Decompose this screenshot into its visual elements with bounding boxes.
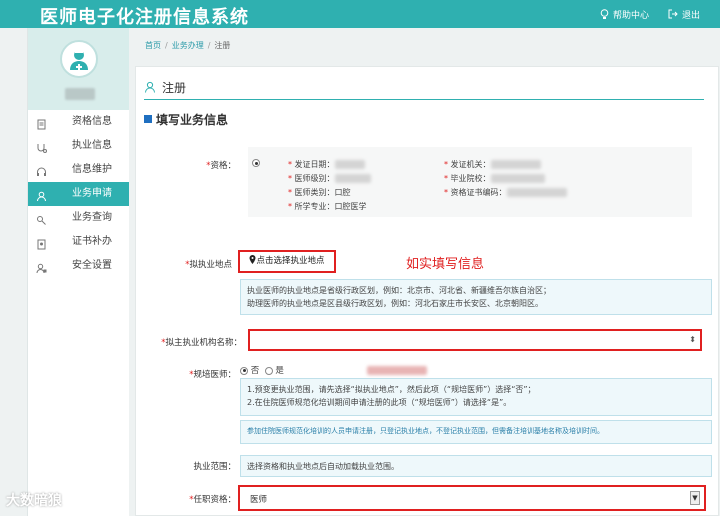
help-center-label: 帮助中心: [613, 11, 650, 21]
breadcrumb-business[interactable]: 业务办理: [172, 41, 204, 50]
practice-location-help-line1: 执业医师的执业地点是省级行政区划，例如：北京市、河北省、新疆维吾尔族自治区；: [247, 286, 551, 295]
trainee-note-2: 2.在住院医师规范化培训期间申请注册的此项（“规培医师”）请选择“是”。: [247, 398, 512, 407]
qualification-label-text: 资格：: [210, 161, 236, 171]
sidebar-item-label: 执业信息: [72, 140, 112, 151]
breadcrumb-home[interactable]: 首页: [145, 41, 161, 50]
headset-icon: [36, 164, 47, 176]
standardized-trainee-options: 否 是: [240, 364, 427, 376]
trainee-note-1: 1.预变更执业范围，请先选择“拟执业地点”，然后此项（“规培医师”）选择“否”；: [247, 385, 536, 394]
job-qualification-select[interactable]: 医师 ▼: [238, 485, 706, 511]
section-title-text: 填写业务信息: [156, 113, 229, 127]
fill-truthfully-annotation: 如实填写信息: [406, 257, 485, 272]
select-arrows-icon: ⬍: [689, 335, 696, 344]
stethoscope-icon: [36, 140, 47, 153]
sidebar-item-security[interactable]: 安全设置: [28, 254, 129, 278]
select-practice-location-button[interactable]: 点击选择执业地点: [238, 250, 336, 273]
trainee-yes-radio[interactable]: [264, 366, 273, 375]
practice-scope-hint: 选择资格和执业地点后自动加载执业范围。: [240, 455, 712, 477]
standardized-trainee-help: 1.预变更执业范围，请先选择“拟执业地点”，然后此项（“规培医师”）选择“否”；…: [240, 378, 712, 416]
cert-no-label: 资格证书编码：: [450, 188, 507, 197]
trainee-yes-label: 是: [275, 366, 284, 376]
sidebar: 资格信息 执业信息 信息维护 业务申请 业务查询 证书补办 安全设置: [27, 28, 129, 516]
category-field: * 医师类别：口腔: [288, 188, 351, 197]
help-center-link[interactable]: 帮助中心: [600, 8, 649, 23]
job-qualification-label-text: 任职资格：: [193, 495, 236, 505]
lightbulb-icon: [600, 8, 609, 23]
practice-location-help-line2: 助理医师的执业地点是区县级行政区划，例如：河北石家庄市长安区、北京朝阳区。: [247, 299, 543, 308]
app-title: 医师电子化注册信息系统: [40, 7, 249, 28]
qualification-label: *资格：: [206, 161, 236, 171]
practice-location-label: *拟执业地点: [185, 260, 232, 270]
issue-date-label: 发证日期：: [294, 160, 335, 169]
sidebar-item-label: 信息维护: [72, 164, 112, 175]
sidebar-item-business-apply[interactable]: 业务申请: [28, 182, 129, 206]
sidebar-item-business-query[interactable]: 业务查询: [28, 206, 129, 230]
breadcrumb: 首页 / 业务办理 / 注册: [145, 41, 231, 50]
sidebar-item-certificate-reissue[interactable]: 证书补办: [28, 230, 129, 254]
trainee-no-label: 否: [250, 366, 260, 376]
trainee-no-radio[interactable]: [240, 366, 248, 375]
issuer-label: 发证机关：: [450, 160, 491, 169]
doctor-avatar-icon: [60, 40, 98, 78]
profile-card: [28, 28, 129, 110]
practice-location-help: 执业医师的执业地点是省级行政区划，例如：北京市、河北省、新疆维吾尔族自治区； 助…: [240, 279, 712, 315]
select-practice-location-label: 点击选择执业地点: [256, 256, 325, 266]
specialty-value: 所学专业：口腔医学: [294, 202, 367, 211]
sidebar-item-qualification[interactable]: 资格信息: [28, 110, 129, 134]
sidebar-item-practice-info[interactable]: 执业信息: [28, 134, 129, 158]
cert-no-field: * 资格证书编码：: [444, 187, 567, 198]
institution-select[interactable]: ⬍: [248, 329, 702, 351]
issue-date-field: * 发证日期：: [288, 159, 365, 170]
sidebar-item-label: 资格信息: [72, 116, 112, 127]
school-field: * 毕业院校：: [444, 173, 545, 184]
job-qualification-value: 医师: [250, 495, 268, 505]
user-lock-icon: [36, 260, 47, 274]
sidebar-item-label: 业务查询: [72, 212, 112, 223]
practice-scope-label: 执业范围：: [193, 462, 236, 472]
logout-icon: [668, 9, 678, 22]
school-label: 毕业院校：: [450, 174, 491, 183]
title-divider: [144, 99, 704, 100]
qualification-radio[interactable]: [252, 159, 260, 167]
standardized-trainee-notice: 参加住院医师规范化培训的人员申请注册，只登记执业地点，不登记执业范围，但需备注培…: [240, 420, 712, 444]
issuer-field: * 发证机关：: [444, 159, 541, 170]
main-panel: 注册 填写业务信息 *资格： * 发证日期： * 发证机关： * 医师级别： *…: [135, 66, 719, 516]
standardized-trainee-label-text: 规培医师：: [193, 370, 236, 380]
category-value: 医师类别：口腔: [294, 188, 351, 197]
breadcrumb-current: 注册: [214, 41, 231, 50]
section-title: 填写业务信息: [144, 111, 228, 128]
job-qualification-label: *任职资格：: [189, 495, 236, 505]
logout-link[interactable]: 退出: [668, 8, 700, 22]
standardized-trainee-label: *规培医师：: [189, 370, 236, 380]
sidebar-item-label: 安全设置: [72, 260, 112, 271]
user-name-redacted: [65, 88, 95, 100]
practice-location-label-text: 拟执业地点: [189, 260, 232, 270]
level-label: 医师级别：: [294, 174, 335, 183]
document-icon: [36, 116, 47, 130]
search-user-icon: [36, 212, 47, 225]
top-bar: 医师电子化注册信息系统 帮助中心 退出: [0, 0, 720, 28]
dropdown-arrow-icon[interactable]: ▼: [690, 491, 700, 505]
page-title-text: 注册: [162, 81, 187, 95]
sidebar-item-label: 证书补办: [72, 236, 112, 247]
institution-label-text: 拟主执业机构名称：: [165, 338, 242, 348]
level-field: * 医师级别：: [288, 173, 371, 184]
watermark: 大数暗狼: [6, 493, 62, 509]
sidebar-nav: 资格信息 执业信息 信息维护 业务申请 业务查询 证书补办 安全设置: [28, 110, 129, 278]
specialty-field: * 所学专业：口腔医学: [288, 202, 367, 211]
user-outline-icon: [144, 81, 162, 95]
qualification-box: * 发证日期： * 发证机关： * 医师级别： * 毕业院校： * 医师类别：口…: [248, 147, 692, 217]
sidebar-item-label: 业务申请: [72, 188, 112, 199]
institution-label: *拟主执业机构名称：: [161, 338, 242, 348]
certificate-icon: [36, 236, 47, 250]
user-icon: [36, 188, 47, 202]
page-title: 注册: [144, 79, 186, 96]
logout-label: 退出: [682, 11, 701, 21]
sidebar-item-info-maintenance[interactable]: 信息维护: [28, 158, 129, 182]
